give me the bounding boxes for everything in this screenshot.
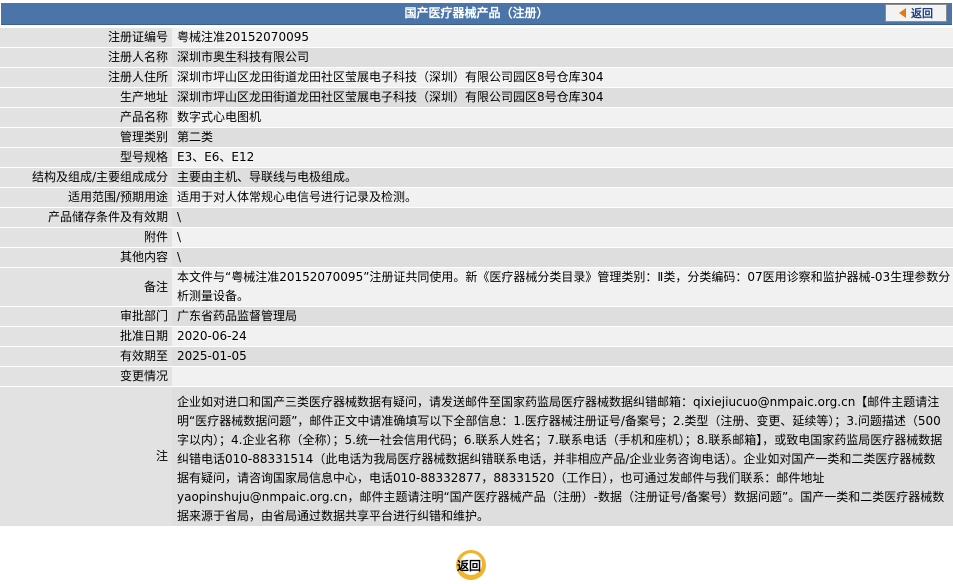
row-label: 注册人名称 [0,48,172,67]
table-row: 注册人住所 深圳市坪山区龙田街道龙田社区莹展电子科技（深圳）有限公司园区8号仓库… [0,68,953,87]
row-label: 审批部门 [0,307,172,326]
table-row: 变更情况 [0,367,953,386]
row-label: 适用范围/预期用途 [0,188,172,207]
table-row: 结构及组成/主要组成成分 主要由主机、导联线与电极组成。 [0,168,953,187]
back-arrow-icon [899,8,906,18]
row-label: 批准日期 [0,327,172,346]
table-row: 批准日期 2020-06-24 [0,327,953,346]
row-label: 变更情况 [0,367,172,386]
header-bar: 国产医疗器械产品（注册） 返回 [1,3,952,25]
row-label: 其他内容 [0,248,172,267]
row-label: 型号规格 [0,148,172,167]
table-row: 生产地址 深圳市坪山区龙田街道龙田社区莹展电子科技（深圳）有限公司园区8号仓库3… [0,88,953,107]
table-row: 备注 本文件与“粤械注准20152070095”注册证共同使用。新《医疗器械分类… [0,268,953,306]
row-label: 注册人住所 [0,68,172,87]
row-value: 2020-06-24 [172,327,953,346]
row-value: 适用于对人体常规心电信号进行记录及检测。 [172,188,953,207]
table-row: 审批部门 广东省药品监督管理局 [0,307,953,326]
registration-detail-table: 注册证编号 粤械注准20152070095 注册人名称 深圳市奥生科技有限公司 … [0,27,953,527]
row-label: 产品名称 [0,108,172,127]
row-label: 注册证编号 [0,28,172,47]
row-label: 备注 [0,268,172,306]
table-row: 适用范围/预期用途 适用于对人体常规心电信号进行记录及检测。 [0,188,953,207]
table-row: 注册人名称 深圳市奥生科技有限公司 [0,48,953,67]
back-button-bottom-label: 返回 [456,559,481,573]
row-label: 管理类别 [0,128,172,147]
row-value [172,367,953,386]
table-row: 产品名称 数字式心电图机 [0,108,953,127]
table-row: 产品储存条件及有效期 \ [0,208,953,227]
table-row: 有效期至 2025-01-05 [0,347,953,366]
row-value: 广东省药品监督管理局 [172,307,953,326]
row-value: 2025-01-05 [172,347,953,366]
table-row: 附件 \ [0,228,953,247]
row-label: 有效期至 [0,347,172,366]
table-row: 型号规格 E3、E6、E12 [0,148,953,167]
row-value: 主要由主机、导联线与电极组成。 [172,168,953,187]
table-row: 注册证编号 粤械注准20152070095 [0,28,953,47]
row-label: 生产地址 [0,88,172,107]
row-value: 数字式心电图机 [172,108,953,127]
row-value: \ [172,228,953,247]
note-label: 注 [0,387,172,526]
back-button-label: 返回 [911,7,933,20]
row-value: \ [172,248,953,267]
row-value: 本文件与“粤械注准20152070095”注册证共同使用。新《医疗器械分类目录》… [172,268,953,306]
row-value: 深圳市坪山区龙田街道龙田社区莹展电子科技（深圳）有限公司园区8号仓库304 [172,68,953,87]
row-value: 深圳市坪山区龙田街道龙田社区莹展电子科技（深圳）有限公司园区8号仓库304 [172,88,953,107]
page: 国产医疗器械产品（注册） 返回 注册证编号 粤械注准20152070095 注册… [0,0,953,584]
note-cell: 企业如对进口和国产三类医疗器械数据有疑问，请发送邮件至国家药监局医疗器械数据纠错… [172,387,953,526]
row-label: 产品储存条件及有效期 [0,208,172,227]
back-button-top[interactable]: 返回 [885,4,947,22]
row-value: E3、E6、E12 [172,148,953,167]
row-label: 附件 [0,228,172,247]
row-label: 结构及组成/主要组成成分 [0,168,172,187]
note-text: 企业如对进口和国产三类医疗器械数据有疑问，请发送邮件至国家药监局医疗器械数据纠错… [177,395,945,523]
row-value: 深圳市奥生科技有限公司 [172,48,953,67]
note-row: 注 企业如对进口和国产三类医疗器械数据有疑问，请发送邮件至国家药监局医疗器械数据… [0,387,953,526]
table-row: 管理类别 第二类 [0,128,953,147]
row-value: 粤械注准20152070095 [172,28,953,47]
row-value: 第二类 [172,128,953,147]
table-row: 其他内容 \ [0,248,953,267]
page-title: 国产医疗器械产品（注册） [404,6,549,20]
back-button-bottom[interactable]: 返回 [448,550,498,580]
row-value: \ [172,208,953,227]
